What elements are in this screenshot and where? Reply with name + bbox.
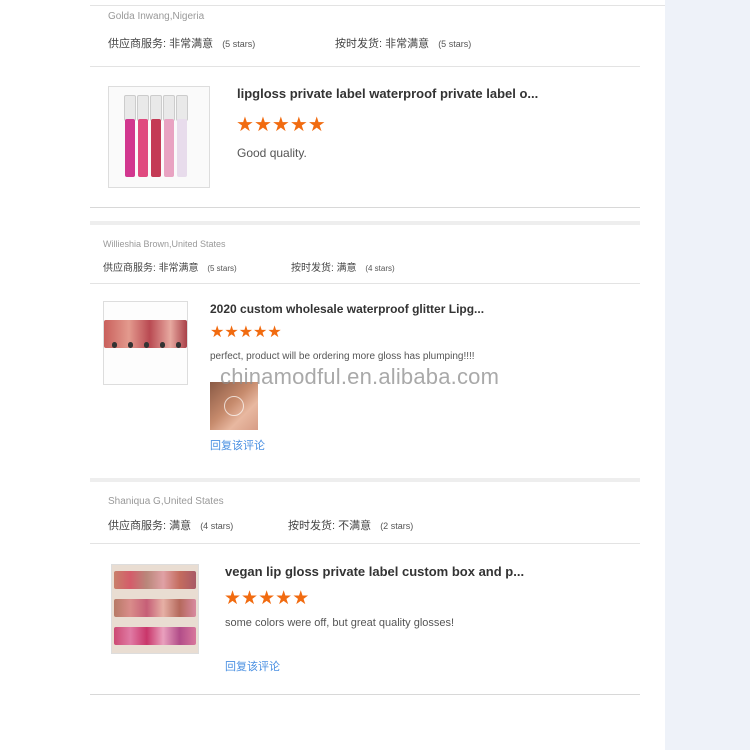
divider bbox=[90, 543, 640, 544]
star-icon: ★ bbox=[224, 588, 242, 609]
rating-stars: ★★★★★ bbox=[224, 589, 309, 608]
shipping-value: 满意 bbox=[336, 263, 357, 274]
rating-stars: ★★★★★ bbox=[210, 325, 282, 341]
on-time-shipping-rating: 按时发货: 非常满意 (5 stars) bbox=[335, 35, 471, 51]
divider bbox=[90, 694, 640, 695]
supplier-service-rating: 供应商服务: 满意 (4 stars) bbox=[108, 517, 233, 533]
supplier-stars-text: (5 stars) bbox=[207, 264, 237, 273]
review-separator bbox=[90, 221, 640, 225]
review-comment: perfect, product will be ordering more g… bbox=[210, 351, 475, 362]
reviews-list: Golda Inwang,Nigeria 供应商服务: 非常满意 (5 star… bbox=[0, 0, 665, 750]
review-comment: some colors were off, but great quality … bbox=[225, 617, 455, 629]
side-panel bbox=[665, 0, 750, 750]
rating-stars: ★★★★★ bbox=[236, 115, 326, 135]
product-thumbnail[interactable] bbox=[103, 301, 188, 385]
reply-link[interactable]: 回复该评论 bbox=[210, 437, 265, 453]
shipping-label: 按时发货: bbox=[335, 38, 383, 50]
review-separator bbox=[90, 478, 640, 482]
product-thumbnail[interactable] bbox=[108, 86, 210, 188]
supplier-stars-text: (5 stars) bbox=[222, 39, 256, 49]
shipping-label: 按时发货: bbox=[288, 520, 336, 532]
product-title-link[interactable]: 2020 custom wholesale waterproof glitter… bbox=[210, 302, 510, 316]
supplier-service-rating: 供应商服务: 非常满意 (5 stars) bbox=[103, 259, 237, 274]
play-icon bbox=[224, 396, 244, 416]
supplier-label: 供应商服务: bbox=[103, 263, 156, 274]
reviewer-name: Golda Inwang,Nigeria bbox=[108, 11, 205, 22]
watermark: chinamodful.en.alibaba.com bbox=[220, 364, 500, 389]
divider bbox=[90, 207, 640, 208]
star-icon: ★ bbox=[292, 588, 310, 609]
on-time-shipping-rating: 按时发货: 满意 (4 stars) bbox=[291, 259, 395, 274]
star-icon: ★ bbox=[238, 324, 254, 341]
shipping-value: 非常满意 bbox=[385, 38, 430, 50]
shipping-label: 按时发货: bbox=[291, 263, 334, 274]
on-time-shipping-rating: 按时发货: 不满意 (2 stars) bbox=[288, 517, 413, 533]
divider bbox=[90, 66, 640, 67]
star-icon: ★ bbox=[271, 114, 290, 136]
shipping-value: 不满意 bbox=[338, 520, 372, 532]
product-title-link[interactable]: vegan lip gloss private label custom box… bbox=[225, 564, 545, 579]
top-divider bbox=[90, 5, 665, 6]
star-icon: ★ bbox=[307, 114, 326, 136]
star-icon: ★ bbox=[253, 114, 272, 136]
shipping-stars-text: (5 stars) bbox=[438, 39, 472, 49]
star-icon: ★ bbox=[224, 324, 239, 341]
product-title-link[interactable]: lipgloss private label waterproof privat… bbox=[237, 86, 597, 101]
reviewer-name: Willieshia Brown,United States bbox=[103, 239, 226, 249]
supplier-value: 满意 bbox=[169, 520, 192, 532]
supplier-stars-text: (4 stars) bbox=[200, 521, 234, 531]
star-icon: ★ bbox=[241, 588, 259, 609]
star-icon: ★ bbox=[267, 324, 282, 341]
supplier-service-rating: 供应商服务: 非常满意 (5 stars) bbox=[108, 35, 255, 51]
star-icon: ★ bbox=[275, 588, 293, 609]
review-comment: Good quality. bbox=[237, 146, 307, 160]
star-icon: ★ bbox=[258, 588, 276, 609]
shipping-stars-text: (2 stars) bbox=[380, 521, 414, 531]
star-icon: ★ bbox=[236, 114, 254, 136]
supplier-value: 非常满意 bbox=[169, 38, 214, 50]
star-icon: ★ bbox=[210, 324, 225, 341]
star-icon: ★ bbox=[253, 324, 268, 341]
shipping-stars-text: (4 stars) bbox=[365, 264, 395, 273]
divider bbox=[90, 283, 640, 284]
supplier-label: 供应商服务: bbox=[108, 38, 167, 50]
product-thumbnail[interactable] bbox=[111, 564, 199, 654]
star-icon: ★ bbox=[289, 114, 308, 136]
reviewer-name: Shaniqua G,United States bbox=[108, 496, 224, 507]
supplier-label: 供应商服务: bbox=[108, 520, 167, 532]
reply-link[interactable]: 回复该评论 bbox=[225, 658, 280, 674]
supplier-value: 非常满意 bbox=[158, 263, 199, 274]
